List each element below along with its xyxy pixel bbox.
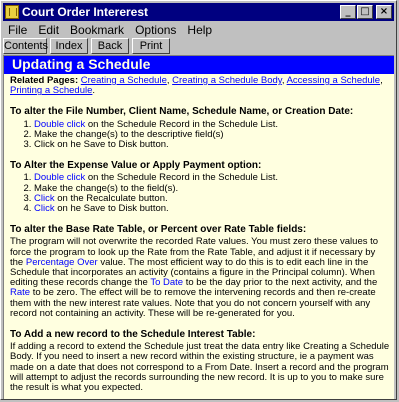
hotspot-click[interactable]: Click [34, 203, 55, 214]
menu-bookmark[interactable]: Bookmark [65, 22, 130, 38]
section-heading: To Alter the Expense Value or Apply Paym… [10, 160, 262, 172]
separator: . [92, 85, 96, 97]
menu-bar: File Edit Bookmark Options Help [3, 22, 394, 38]
help-content[interactable]: Updating a Schedule Related Pages: Creat… [3, 55, 394, 399]
page-title: Updating a Schedule [4, 56, 394, 74]
steps-list: Double click on the Schedule Record in t… [10, 173, 390, 214]
section-paragraph: If adding a record to extend the Schedul… [10, 341, 390, 394]
index-button[interactable]: Index [50, 38, 88, 54]
section-heading: To alter the File Number, Client Name, S… [10, 106, 354, 118]
hotspot-double-click[interactable]: Double click [34, 119, 85, 130]
menu-options[interactable]: Options [130, 22, 182, 38]
back-button[interactable]: Back [91, 38, 129, 54]
list-item: Click on he Save to Disk button. [34, 203, 390, 215]
title-bar[interactable]: Court Order Intererest _ □ × [3, 3, 394, 21]
link-creating-schedule-body[interactable]: Creating a Schedule Body [172, 75, 282, 86]
separator: , [380, 75, 383, 86]
help-window: Court Order Intererest _ □ × File Edit B… [0, 0, 397, 400]
step-text: on he Save to Disk button. [54, 203, 169, 215]
paragraph-text: to be zero. The effect will be to remove… [10, 287, 376, 319]
related-pages: Related Pages: Creating a Schedule, Crea… [10, 75, 390, 97]
window-title: Court Order Intererest [22, 5, 149, 19]
contents-button[interactable]: Contents [3, 38, 48, 54]
hotspot-double-click[interactable]: Double click [34, 172, 85, 183]
list-item: Click on he Save to Disk button. [34, 139, 390, 150]
steps-list: Double click on the Schedule Record in t… [10, 118, 390, 151]
link-accessing-schedule[interactable]: Accessing a Schedule [287, 75, 380, 86]
toolbar: Contents Index Back Print [3, 38, 394, 55]
section-heading: To alter the Base Rate Table, or Percent… [10, 224, 307, 236]
step-text: on the Schedule Record in the Schedule L… [85, 118, 278, 130]
menu-file[interactable]: File [3, 22, 33, 38]
section-heading: To Add a new record to the Schedule Inte… [10, 329, 256, 341]
step-text: on the Schedule Record in the Schedule L… [85, 172, 278, 184]
maximize-button[interactable]: □ [357, 5, 373, 19]
link-printing-schedule[interactable]: Printing a Schedule [10, 85, 92, 96]
menu-help[interactable]: Help [182, 22, 218, 38]
print-button[interactable]: Print [132, 38, 170, 54]
section-paragraph: The program will not overwrite the recor… [10, 237, 390, 319]
close-button[interactable]: × [376, 5, 392, 19]
help-book-icon[interactable] [5, 5, 19, 19]
minimize-button[interactable]: _ [340, 5, 356, 19]
menu-edit[interactable]: Edit [33, 22, 65, 38]
